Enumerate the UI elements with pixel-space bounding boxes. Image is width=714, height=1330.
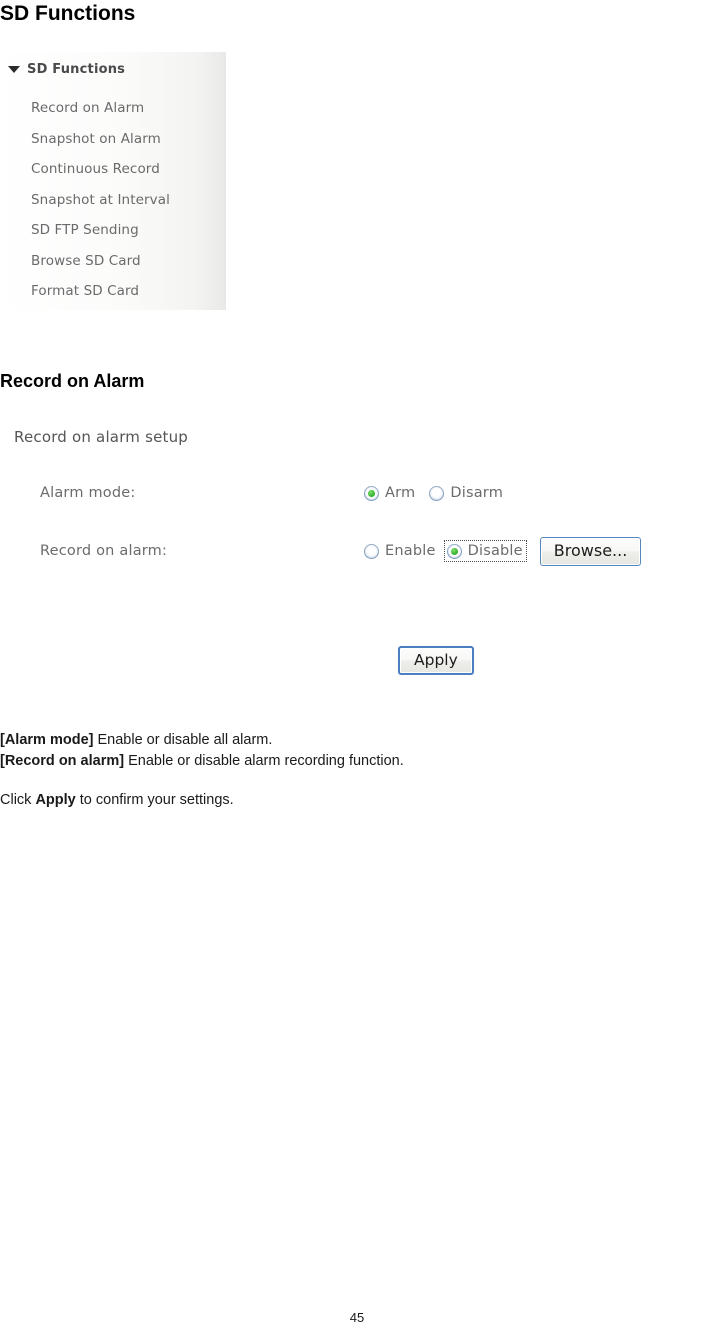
radio-option-disable[interactable]: Disable (443, 540, 527, 562)
sd-functions-sidebar: SD Functions Record on Alarm Snapshot on… (0, 52, 226, 310)
form-title: Record on alarm setup (14, 428, 189, 446)
sidebar-header[interactable]: SD Functions (8, 62, 125, 77)
sidebar-item-continuous-record[interactable]: Continuous Record (31, 154, 221, 185)
description-text-alarm-mode: Enable or disable all alarm. (93, 732, 273, 748)
description-apply-prefix: Click (0, 792, 36, 808)
form-row-alarm-mode: Alarm mode: Arm Disarm (0, 480, 714, 516)
sidebar-item-record-on-alarm[interactable]: Record on Alarm (31, 93, 221, 124)
radio-indicator-enable[interactable] (364, 543, 379, 559)
radio-option-enable[interactable]: Enable (364, 543, 436, 559)
radio-label-arm: Arm (385, 485, 416, 501)
sidebar-item-snapshot-at-interval[interactable]: Snapshot at Interval (31, 185, 221, 216)
description-apply-hint: Click Apply to confirm your settings. (0, 790, 660, 811)
description-apply-suffix: to confirm your settings. (75, 792, 234, 808)
radio-label-disarm: Disarm (450, 485, 504, 501)
apply-button[interactable]: Apply (398, 646, 474, 675)
radio-indicator-disable[interactable] (446, 543, 462, 559)
page-title: SD Functions (0, 2, 136, 25)
radio-option-disarm[interactable]: Disarm (429, 485, 503, 501)
sidebar-item-sd-ftp-sending[interactable]: SD FTP Sending (31, 215, 221, 246)
description-apply-bold: Apply (35, 792, 76, 808)
sidebar-item-format-sd-card[interactable]: Format SD Card (31, 276, 221, 307)
section-title: Record on Alarm (0, 371, 145, 391)
radio-option-arm[interactable]: Arm (364, 485, 415, 501)
description-alarm-mode: [Alarm mode] Enable or disable all alarm… (0, 730, 660, 751)
description-text-record-on-alarm: Enable or disable alarm recording functi… (124, 753, 404, 769)
radio-indicator-arm[interactable] (364, 485, 379, 501)
browse-button[interactable]: Browse... (539, 536, 642, 566)
record-on-alarm-radio-group: Enable Disable Browse... (364, 536, 642, 566)
page-number: 45 (349, 1310, 365, 1325)
sidebar-menu-list: Record on Alarm Snapshot on Alarm Contin… (31, 93, 221, 307)
description-block: [Alarm mode] Enable or disable all alarm… (0, 730, 660, 811)
form-row-record-on-alarm: Record on alarm: Enable Disable Browse..… (0, 536, 714, 574)
sidebar-item-snapshot-on-alarm[interactable]: Snapshot on Alarm (31, 124, 221, 155)
record-on-alarm-label: Record on alarm: (40, 543, 168, 559)
sidebar-item-browse-sd-card[interactable]: Browse SD Card (31, 246, 221, 277)
radio-label-disable: Disable (467, 543, 523, 559)
record-on-alarm-form: Record on alarm setup Alarm mode: Arm Di… (0, 420, 714, 690)
description-term-alarm-mode: [Alarm mode] (0, 732, 94, 748)
apply-button-container: Apply (398, 646, 474, 675)
triangle-down-icon[interactable] (8, 66, 20, 73)
alarm-mode-label: Alarm mode: (40, 485, 136, 501)
sidebar-header-label: SD Functions (27, 62, 126, 77)
description-record-on-alarm: [Record on alarm] Enable or disable alar… (0, 751, 660, 772)
description-term-record-on-alarm: [Record on alarm] (0, 753, 125, 769)
alarm-mode-radio-group: Arm Disarm (364, 480, 503, 506)
radio-label-enable: Enable (385, 543, 436, 559)
radio-indicator-disarm[interactable] (429, 485, 445, 501)
